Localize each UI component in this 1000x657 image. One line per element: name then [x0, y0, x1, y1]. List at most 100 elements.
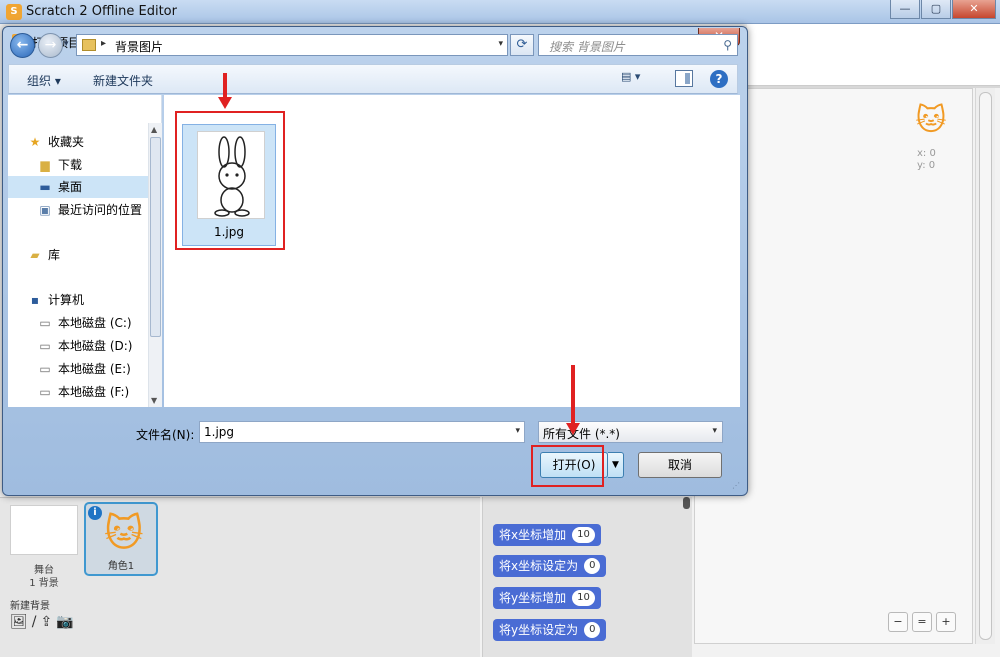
main-titlebar: S Scratch 2 Offline Editor — ▢ ✕ [0, 0, 1000, 24]
drive-icon: ▭ [39, 316, 51, 330]
blocks-scrollbar[interactable] [683, 497, 690, 509]
window-controls: — ▢ ✕ [889, 0, 996, 19]
nav-item-drive-d[interactable]: ▭ 本地磁盘 (D:) [8, 335, 148, 357]
nav-item-desktop[interactable]: ▬ 桌面 [8, 176, 148, 198]
minimize-button[interactable]: — [890, 0, 920, 19]
filetype-value: 所有文件 (*.*) [543, 427, 620, 441]
filename-input[interactable]: 1.jpg ▾ [199, 421, 525, 443]
sprite-cat-icon: 🐱 [104, 511, 144, 555]
nav-item-label: 收藏夹 [48, 135, 85, 149]
block-change-x[interactable]: 将x坐标增加 10 [493, 524, 601, 546]
stage-panel-scrollbar[interactable] [975, 88, 995, 644]
sprite-tile[interactable]: i 🐱 角色1 [84, 502, 158, 576]
recent-places-icon: ▣ [39, 203, 51, 217]
block-label: 将y坐标设定为 [499, 623, 579, 637]
nav-item-label: 下载 [58, 158, 83, 172]
close-button[interactable]: ✕ [952, 0, 996, 19]
nav-item-label: 本地磁盘 (F:) [58, 385, 130, 399]
info-icon[interactable]: i [88, 506, 102, 520]
star-icon: ★ [29, 135, 41, 149]
main-window-title: Scratch 2 Offline Editor [26, 4, 177, 19]
nav-item-computer[interactable]: ▪ 计算机 [8, 289, 148, 311]
annotation-box-open [531, 445, 604, 487]
zoom-reset-icon[interactable]: = [912, 612, 932, 632]
scrollbar-thumb[interactable] [979, 92, 992, 640]
search-icon[interactable]: ⚲ [723, 38, 732, 52]
nav-item-label: 本地磁盘 (D:) [58, 339, 133, 353]
block-set-y[interactable]: 将y坐标设定为 0 [493, 619, 607, 641]
nav-item-label: 本地磁盘 (C:) [58, 316, 132, 330]
nav-item-downloads[interactable]: ▆ 下载 [8, 154, 148, 176]
block-input[interactable]: 10 [572, 527, 595, 543]
refresh-button[interactable]: ⟳ [510, 34, 534, 56]
image-library-icon[interactable]: 🖼 [10, 614, 28, 630]
block-label: 将y坐标增加 [499, 591, 567, 605]
sprite-name: 角色1 [107, 561, 135, 572]
maximize-button[interactable]: ▢ [921, 0, 951, 19]
resize-grip-icon[interactable]: ⋰ [732, 481, 740, 490]
nav-pane-scrollbar[interactable]: ▲ ▼ [148, 123, 162, 407]
filename-value: 1.jpg [204, 425, 235, 439]
desktop-icon: ▬ [39, 180, 51, 194]
drive-icon: ▭ [39, 362, 51, 376]
nav-item-label: 库 [48, 248, 61, 262]
block-change-y[interactable]: 将y坐标增加 10 [493, 587, 601, 609]
recent-locations-dropdown[interactable]: ▾ [64, 39, 69, 49]
paint-brush-icon[interactable]: / [32, 614, 37, 630]
scrollbar-thumb[interactable] [150, 137, 161, 337]
block-label: 将x坐标设定为 [499, 559, 579, 573]
folder-icon [82, 39, 96, 51]
block-input[interactable]: 10 [572, 590, 595, 606]
address-bar[interactable]: ▸ 背景图片 ▾ [76, 34, 508, 56]
nav-item-label: 最近访问的位置 [58, 203, 143, 217]
zoom-out-icon[interactable]: − [888, 612, 908, 632]
annotation-box-file [175, 111, 285, 250]
scroll-down-icon[interactable]: ▼ [151, 396, 157, 405]
scratch-app-icon: S [6, 4, 22, 20]
block-input[interactable]: 0 [584, 558, 601, 574]
block-set-x[interactable]: 将x坐标设定为 0 [493, 555, 607, 577]
library-icon: ▰ [30, 248, 40, 262]
annotation-arrow-file [218, 73, 232, 109]
stage-thumbnail[interactable] [10, 505, 78, 555]
dialog-toolbar: 组织 ▾ 新建文件夹 ▤ ▾ ? [8, 64, 738, 94]
chevron-down-icon[interactable]: ▾ [515, 426, 520, 436]
nav-item-libraries[interactable]: ▰ 库 [8, 244, 148, 266]
sprite-cat-icon: 🐱 [915, 103, 947, 138]
navigation-pane: ★ 收藏夹 ▆ 下载 ▬ 桌面 ▣ 最近访问的位置 ▰ 库 ▪ 计算机 ▭ 本地… [8, 95, 162, 407]
y-coordinate: y: 0 [917, 160, 936, 171]
chevron-down-icon[interactable]: ▾ [498, 39, 503, 49]
breadcrumb-separator-icon[interactable]: ▸ [101, 38, 106, 49]
nav-item-drive-e[interactable]: ▭ 本地磁盘 (E:) [8, 358, 148, 380]
open-options-dropdown[interactable]: ▼ [608, 452, 624, 478]
change-view-icon[interactable]: ▤ ▾ [621, 70, 657, 88]
drive-icon: ▭ [39, 385, 51, 399]
upload-icon[interactable]: ⇪ [41, 614, 53, 630]
computer-icon: ▪ [30, 293, 40, 307]
block-input[interactable]: 0 [584, 622, 601, 638]
filename-label: 文件名(N): [136, 428, 195, 442]
nav-item-recent[interactable]: ▣ 最近访问的位置 [8, 199, 148, 221]
nav-item-drive-c[interactable]: ▭ 本地磁盘 (C:) [8, 312, 148, 334]
new-backdrop-label: 新建背景 [10, 601, 50, 612]
back-button[interactable]: ← [10, 33, 35, 58]
forward-button[interactable]: → [38, 33, 63, 58]
help-icon[interactable]: ? [710, 70, 728, 88]
search-input[interactable]: 搜索 背景图片 ⚲ [538, 34, 738, 56]
nav-item-label: 本地磁盘 (E:) [58, 362, 131, 376]
scroll-up-icon[interactable]: ▲ [151, 125, 157, 134]
organize-menu[interactable]: 组织 ▾ [27, 72, 61, 89]
drive-icon: ▭ [39, 339, 51, 353]
camera-icon[interactable]: 📷 [56, 614, 73, 630]
chevron-down-icon[interactable]: ▾ [712, 426, 717, 436]
cancel-button[interactable]: 取消 [638, 452, 722, 478]
new-backdrop-tools: 🖼 / ⇪ 📷 [10, 614, 74, 630]
new-folder-button[interactable]: 新建文件夹 [93, 72, 153, 89]
breadcrumb-folder[interactable]: 背景图片 [115, 38, 163, 55]
nav-item-drive-f[interactable]: ▭ 本地磁盘 (F:) [8, 381, 148, 403]
backdrop-count: 1 背景 [29, 578, 59, 589]
nav-item-favorites[interactable]: ★ 收藏夹 [8, 131, 148, 153]
x-coordinate: x: 0 [917, 148, 936, 159]
preview-pane-icon[interactable] [675, 70, 693, 87]
zoom-in-icon[interactable]: + [936, 612, 956, 632]
